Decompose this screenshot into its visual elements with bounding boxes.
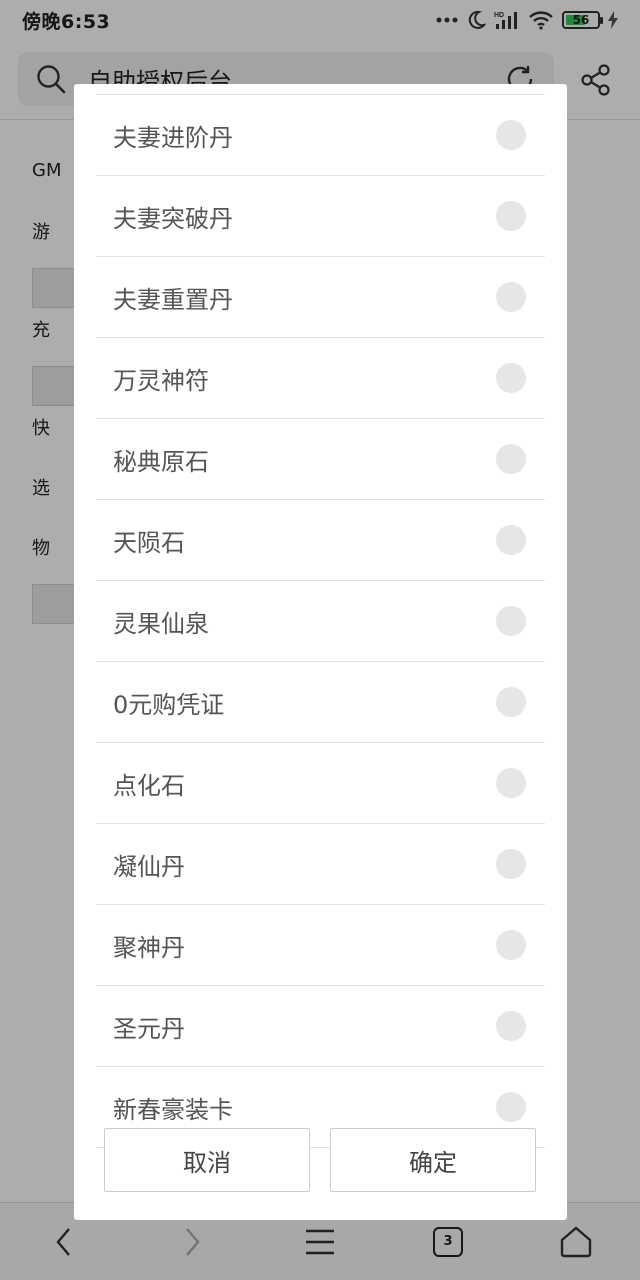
radio-button[interactable] — [496, 768, 526, 798]
option-row[interactable]: 聚神丹 — [96, 905, 545, 986]
option-row[interactable]: 天陨石 — [96, 500, 545, 581]
option-label: 聚神丹 — [113, 933, 185, 962]
radio-button[interactable] — [496, 1092, 526, 1122]
option-row[interactable]: 夫妻重置丹 — [96, 257, 545, 338]
radio-button[interactable] — [496, 849, 526, 879]
radio-button[interactable] — [496, 444, 526, 474]
option-row[interactable]: 夫妻进阶丹 — [96, 95, 545, 176]
option-label: 夫妻进阶丹 — [113, 123, 233, 152]
option-label: 夫妻突破丹 — [113, 204, 233, 233]
radio-button[interactable] — [496, 363, 526, 393]
option-row[interactable]: 灵果仙泉 — [96, 581, 545, 662]
option-row[interactable]: 0元购凭证 — [96, 662, 545, 743]
option-list[interactable]: 夫妻进阶丹夫妻突破丹夫妻重置丹万灵神符秘典原石天陨石灵果仙泉 0元购凭证点化石凝仙… — [96, 94, 545, 1186]
option-label: 秘典原石 — [113, 447, 209, 476]
radio-button[interactable] — [496, 282, 526, 312]
option-label: 凝仙丹 — [113, 852, 185, 881]
option-row[interactable]: 万灵神符 — [96, 338, 545, 419]
dialog-footer: 取消 确定 — [104, 1128, 536, 1194]
option-label: 天陨石 — [113, 528, 185, 557]
option-label: 万灵神符 — [113, 366, 209, 395]
radio-button[interactable] — [496, 120, 526, 150]
option-row[interactable]: 点化石 — [96, 743, 545, 824]
option-row[interactable]: 夫妻突破丹 — [96, 176, 545, 257]
option-row[interactable]: 圣元丹 — [96, 986, 545, 1067]
radio-button[interactable] — [496, 201, 526, 231]
radio-button[interactable] — [496, 930, 526, 960]
confirm-button[interactable]: 确定 — [330, 1128, 536, 1192]
option-row[interactable]: 秘典原石 — [96, 419, 545, 500]
option-label: 点化石 — [113, 771, 185, 800]
option-label: 新春豪装卡 — [113, 1095, 233, 1124]
option-label: 夫妻重置丹 — [113, 285, 233, 314]
option-label: 圣元丹 — [113, 1014, 185, 1043]
radio-button[interactable] — [496, 525, 526, 555]
option-row[interactable]: 凝仙丹 — [96, 824, 545, 905]
radio-button[interactable] — [496, 1011, 526, 1041]
item-select-dialog: 夫妻进阶丹夫妻突破丹夫妻重置丹万灵神符秘典原石天陨石灵果仙泉 0元购凭证点化石凝仙… — [74, 84, 567, 1220]
cancel-button[interactable]: 取消 — [104, 1128, 310, 1192]
option-label: 0元购凭证 — [113, 690, 225, 719]
radio-button[interactable] — [496, 687, 526, 717]
radio-button[interactable] — [496, 606, 526, 636]
option-label: 灵果仙泉 — [113, 609, 209, 638]
